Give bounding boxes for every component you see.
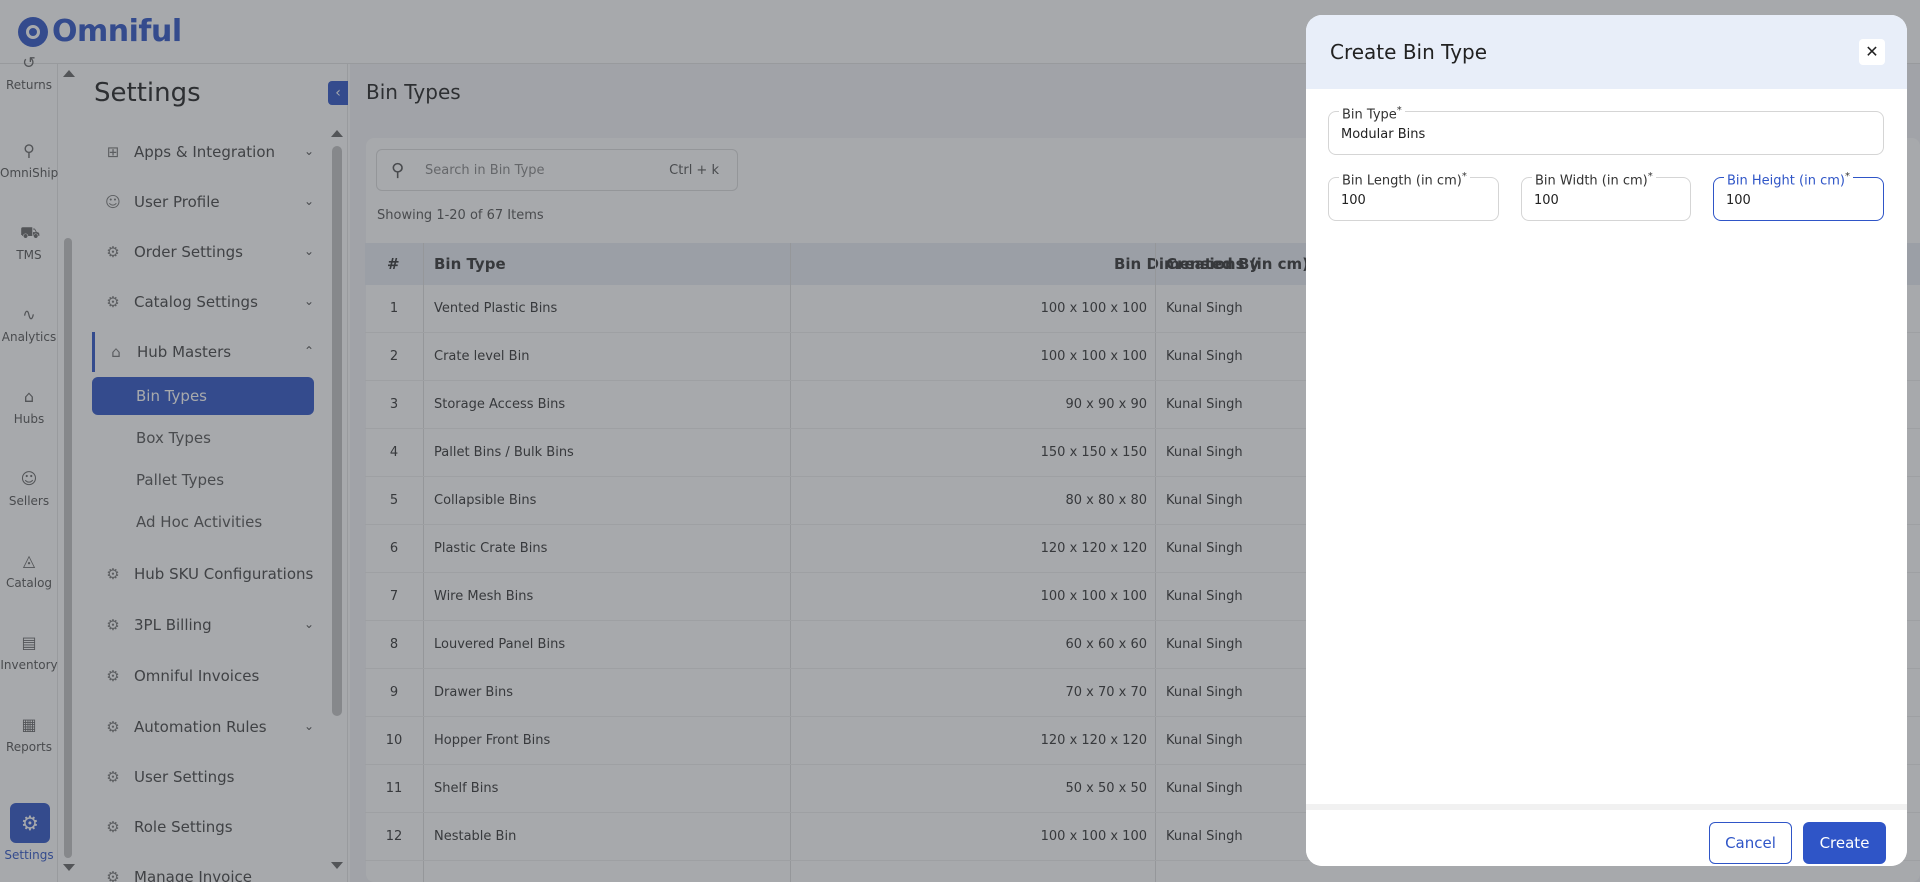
drawer-footer: Cancel Create [1306, 804, 1907, 866]
bin-height-input[interactable] [1726, 193, 1879, 208]
bin-width-field[interactable]: Bin Width (in cm)* [1521, 170, 1691, 221]
create-button[interactable]: Create [1803, 822, 1886, 864]
cancel-button[interactable]: Cancel [1709, 822, 1792, 864]
bin-type-field[interactable]: Bin Type* [1328, 104, 1884, 155]
bin-width-label: Bin Width (in cm)* [1532, 170, 1656, 189]
create-bin-type-drawer: Create Bin Type ✕ Bin Type* Bin Length (… [1306, 15, 1907, 866]
bin-length-input[interactable] [1341, 193, 1494, 208]
bin-height-label: Bin Height (in cm)* [1724, 170, 1853, 189]
bin-type-label: Bin Type* [1339, 104, 1405, 123]
close-button[interactable]: ✕ [1859, 39, 1885, 65]
bin-width-input[interactable] [1534, 193, 1686, 208]
bin-type-input[interactable] [1341, 127, 1840, 142]
close-icon: ✕ [1865, 42, 1879, 61]
bin-length-field[interactable]: Bin Length (in cm)* [1328, 170, 1499, 221]
drawer-title: Create Bin Type [1330, 40, 1488, 64]
drawer-header: Create Bin Type ✕ [1306, 15, 1907, 89]
bin-height-field[interactable]: Bin Height (in cm)* [1713, 170, 1884, 221]
bin-length-label: Bin Length (in cm)* [1339, 170, 1470, 189]
